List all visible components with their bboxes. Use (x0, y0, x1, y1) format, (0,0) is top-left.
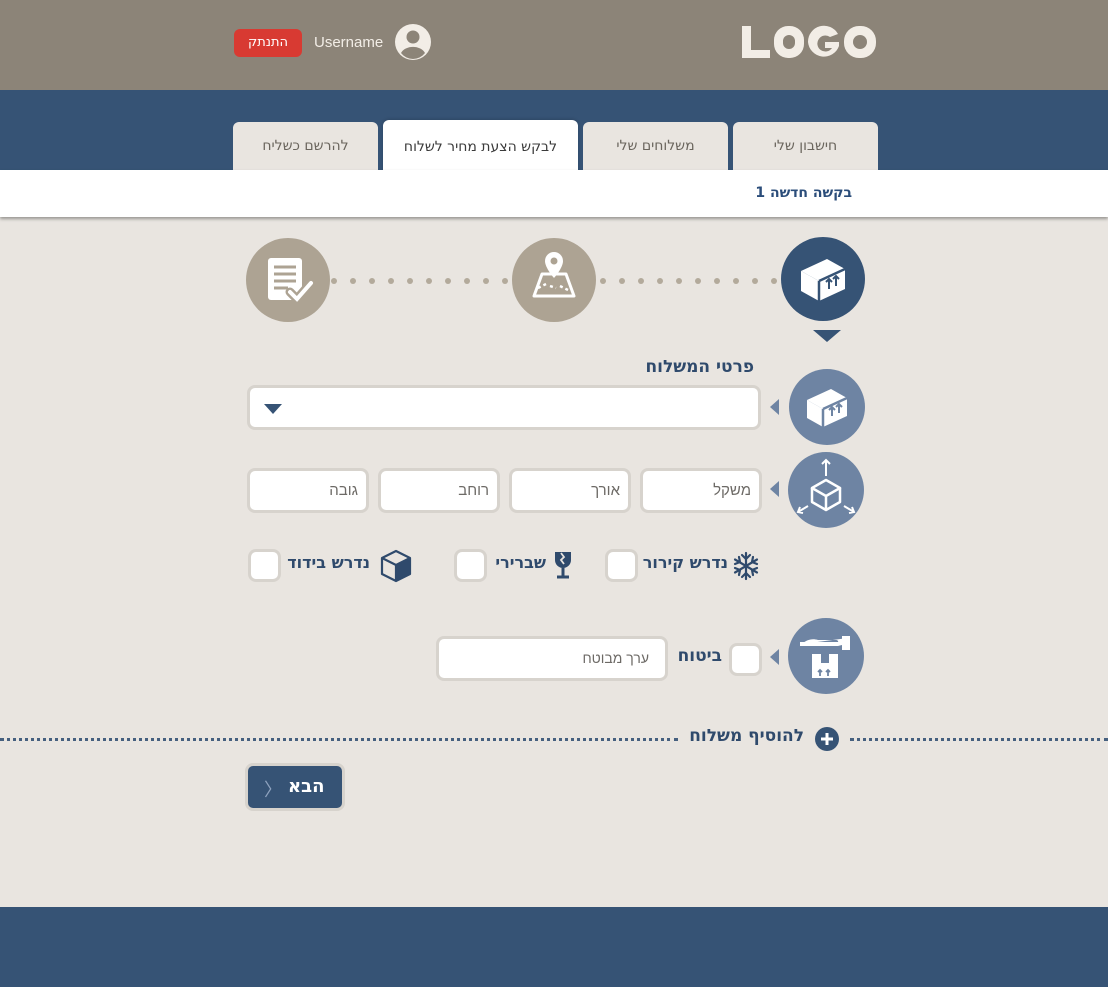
checklist-icon (268, 258, 316, 306)
refrigeration-checkbox[interactable] (605, 549, 638, 582)
plus-icon[interactable] (815, 727, 839, 751)
step-route[interactable] (512, 238, 596, 322)
insulated-box-icon (380, 549, 412, 583)
section-title: פרטי המשלוח (645, 357, 754, 377)
length-field[interactable]: אורך (509, 468, 631, 513)
tab-my-shipments[interactable]: משלוחים שלי (583, 122, 728, 170)
snowflake-icon (733, 551, 759, 581)
box-icon (801, 259, 846, 301)
refrigeration-label: נדרש קירור (642, 553, 728, 572)
fragile-checkbox[interactable] (454, 549, 487, 582)
insulation-checkbox[interactable] (248, 549, 281, 582)
height-field[interactable]: גובה (247, 468, 369, 513)
row-pointer-icon (770, 481, 779, 497)
step-connector-2 (331, 278, 511, 284)
logo[interactable] (740, 24, 878, 60)
package-type-select[interactable] (247, 385, 761, 430)
insurance-icon (788, 618, 864, 694)
active-step-pointer (813, 330, 841, 342)
weight-field[interactable]: משקל (640, 468, 762, 513)
subnav-new-request[interactable]: בקשה חדשה 1 (740, 185, 852, 201)
row-pointer-icon (770, 649, 779, 665)
top-header (0, 0, 1108, 90)
next-button[interactable]: הבא 〉 (245, 763, 345, 811)
divider (850, 738, 1108, 741)
fragile-label: שברירי (495, 553, 546, 572)
divider (0, 738, 678, 741)
insurance-checkbox[interactable] (729, 643, 762, 676)
dimensions-icon (788, 452, 864, 528)
row-pointer-icon (770, 399, 779, 415)
insulation-label: נדרש בידוד (287, 553, 370, 572)
next-label: הבא (288, 776, 325, 797)
insurance-label: ביטוח (677, 646, 722, 666)
insured-value-field[interactable]: ערך מבוטח (436, 636, 668, 681)
user-avatar-icon[interactable] (395, 24, 431, 60)
width-field[interactable]: רוחב (378, 468, 500, 513)
subnav-bar (0, 170, 1108, 217)
chevron-down-icon[interactable] (264, 404, 282, 414)
tab-my-account[interactable]: חישבון שלי (733, 122, 878, 170)
map-pin-icon (532, 252, 576, 298)
add-shipment-link[interactable]: להוסיף משלוח (680, 726, 804, 746)
tab-register-courier[interactable]: להרשם כשליח (233, 122, 378, 170)
footer (0, 907, 1108, 987)
step-connector-1 (600, 278, 780, 284)
logout-button[interactable]: התנתק (234, 29, 302, 57)
fragile-glass-icon (555, 552, 571, 579)
step-confirm[interactable] (246, 238, 330, 322)
package-type-icon (789, 369, 865, 445)
step-package[interactable] (781, 237, 865, 321)
chevron-left-icon: 〉 (264, 780, 282, 801)
username[interactable]: Username (314, 34, 383, 51)
